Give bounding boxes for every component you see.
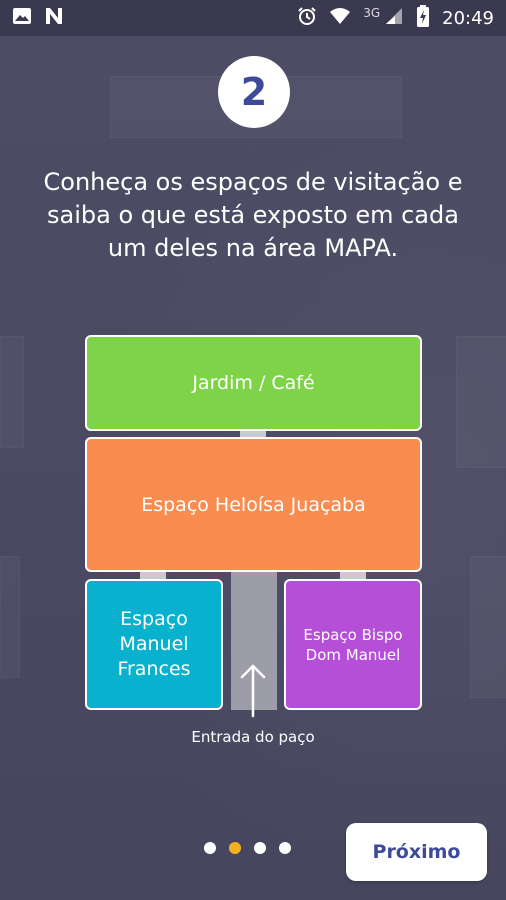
pagination-dot-active (229, 842, 241, 854)
alarm-icon (297, 6, 317, 31)
status-bar: 3G 20:49 (0, 0, 506, 36)
background-window (470, 556, 506, 698)
pagination-dot (204, 842, 216, 854)
map-room-garden-cafe: Jardim / Café (85, 335, 422, 431)
arrow-up-icon (238, 662, 268, 718)
background-window (456, 336, 506, 468)
n-icon (44, 6, 64, 31)
onboarding-description: Conheça os espaços de visitação e saiba … (43, 168, 463, 262)
map-connector (140, 572, 166, 579)
pagination-dots (204, 842, 291, 854)
map-connector (340, 572, 366, 579)
map-room-manuel-frances: Espaço Manuel Frances (85, 579, 223, 710)
map-room-heloisa-juacaba: Espaço Heloísa Juaçaba (85, 437, 422, 572)
clock: 20:49 (442, 7, 494, 29)
pagination-dot (279, 842, 291, 854)
signal-icon (384, 6, 404, 31)
wifi-icon (329, 6, 351, 31)
background-window (0, 336, 24, 448)
step-number-badge: 2 (218, 56, 290, 128)
image-icon (12, 6, 32, 31)
map-room-bispo-dom-manuel: Espaço Bispo Dom Manuel (284, 579, 422, 710)
battery-charging-icon (416, 4, 430, 32)
background-window (0, 556, 20, 678)
next-button[interactable]: Próximo (346, 823, 487, 881)
entrance-label: Entrada do paço (191, 728, 315, 746)
pagination-dot (254, 842, 266, 854)
network-type: 3G (363, 6, 381, 20)
